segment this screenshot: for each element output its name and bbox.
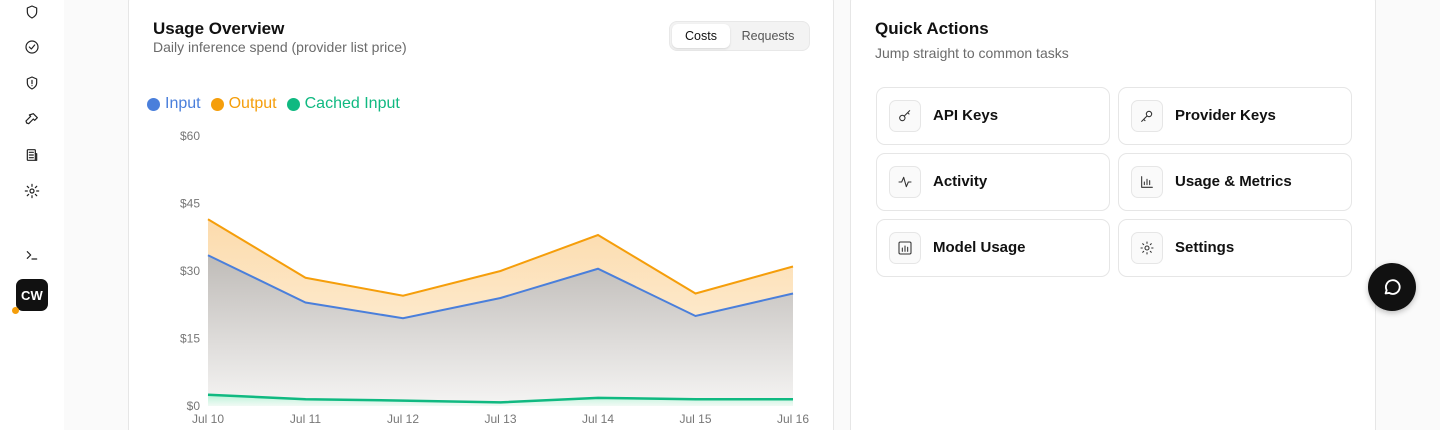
data-point-cached-input: [402, 400, 404, 402]
data-point-output: [305, 277, 307, 279]
data-point-input: [500, 297, 502, 299]
data-point-output: [500, 270, 502, 272]
action-label: API Keys: [933, 107, 999, 124]
quick-actions-card: Quick Actions Jump straight to common ta…: [850, 0, 1376, 430]
key-icon: [889, 100, 921, 132]
action-model-usage[interactable]: Model Usage: [876, 219, 1110, 277]
action-label: Activity: [933, 173, 988, 190]
key-icon[interactable]: [20, 107, 44, 131]
quick-actions-subtitle: Jump straight to common tasks: [875, 45, 1069, 61]
avatar[interactable]: CW: [16, 279, 48, 311]
data-point-output: [597, 234, 599, 236]
avatar-initials: CW: [20, 287, 44, 303]
quick-actions-title: Quick Actions: [875, 19, 989, 38]
action-label: Usage & Metrics: [1175, 173, 1292, 190]
action-label: Model Usage: [933, 239, 1026, 256]
sidebar: CW: [0, 0, 64, 430]
data-point-input: [402, 317, 404, 319]
bar-chart-icon: [1131, 166, 1163, 198]
shield-alert-icon[interactable]: [20, 71, 44, 95]
action-api-keys[interactable]: API Keys: [876, 87, 1110, 145]
y-tick-label: $30: [180, 264, 200, 278]
action-label: Provider Keys: [1175, 107, 1276, 124]
data-point-input: [695, 315, 697, 317]
shield-icon[interactable]: [20, 0, 44, 24]
y-tick-label: $15: [180, 332, 200, 346]
data-point-input: [597, 268, 599, 270]
gear-icon[interactable]: [20, 179, 44, 203]
data-point-output: [402, 295, 404, 297]
y-tick-label: $0: [187, 399, 201, 413]
y-tick-label: $60: [180, 129, 200, 143]
activity-icon: [889, 166, 921, 198]
x-tick-label: Jul 14: [582, 412, 614, 426]
action-label: Settings: [1175, 239, 1235, 256]
x-tick-label: Jul 10: [192, 412, 224, 426]
x-tick-label: Jul 13: [484, 412, 516, 426]
action-provider-keys[interactable]: Provider Keys: [1118, 87, 1352, 145]
action-settings[interactable]: Settings: [1118, 219, 1352, 277]
data-point-cached-input: [792, 398, 794, 400]
chat-button[interactable]: [1368, 263, 1416, 311]
gear-icon: [1131, 232, 1163, 264]
bar-chart-box-icon: [889, 232, 921, 264]
chat-bubble-icon: [1384, 279, 1401, 295]
data-point-input: [207, 254, 209, 256]
x-tick-label: Jul 11: [290, 412, 321, 426]
action-usage-metrics[interactable]: Usage & Metrics: [1118, 153, 1352, 211]
check-circle-icon[interactable]: [20, 35, 44, 59]
y-tick-label: $45: [180, 197, 200, 211]
building-icon[interactable]: [20, 143, 44, 167]
data-point-cached-input: [597, 397, 599, 399]
data-point-output: [207, 218, 209, 220]
data-point-cached-input: [500, 401, 502, 403]
data-point-output: [695, 293, 697, 295]
data-point-input: [792, 293, 794, 295]
x-tick-label: Jul 15: [679, 412, 711, 426]
data-point-cached-input: [695, 398, 697, 400]
x-tick-label: Jul 16: [777, 412, 809, 426]
status-dot: [12, 307, 19, 314]
usage-chart: $0 $15 $30 $45 $60 Jul 10 Jul 11 Jul 12 Jul 13 Ju…: [180, 129, 809, 426]
data-point-output: [792, 266, 794, 268]
terminal-icon[interactable]: [20, 243, 44, 267]
usage-overview-card: Usage Overview Daily inference spend (pr…: [128, 0, 834, 430]
data-point-cached-input: [207, 394, 209, 396]
data-point-cached-input: [305, 398, 307, 400]
x-tick-label: Jul 12: [387, 412, 419, 426]
key-alt-icon: [1131, 100, 1163, 132]
data-point-input: [305, 302, 307, 304]
action-activity[interactable]: Activity: [876, 153, 1110, 211]
